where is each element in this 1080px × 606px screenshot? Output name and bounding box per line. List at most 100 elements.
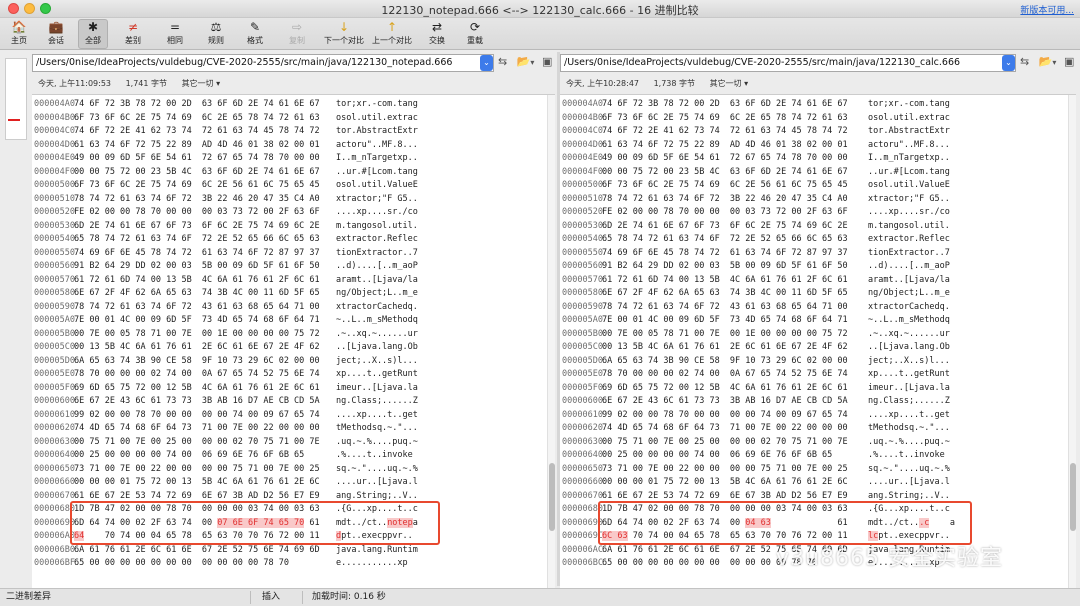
hex-row[interactable]: 00000530 6D 2E 74 61 6E 67 6F 73 6F 6C 2E… <box>32 220 545 234</box>
hex-row[interactable]: 00000540 65 78 74 72 61 63 74 6F 72 2E 52… <box>32 233 545 247</box>
hex-row[interactable]: 000004D0 61 63 74 6F 72 75 22 89 AD 4D 46… <box>32 139 545 153</box>
hex-bytes: 78 70 00 00 00 02 74 00 0A 67 65 74 52 7… <box>74 369 320 379</box>
hex-row[interactable]: 00000660 00 00 00 01 75 72 00 13 5B 4C 6A… <box>32 476 545 490</box>
hex-row[interactable]: 00000570 61 72 61 6D 74 00 13 5B 4C 6A 61… <box>560 274 1066 288</box>
hex-row[interactable]: 000005F0 69 6D 65 75 72 00 12 5B 4C 6A 61… <box>32 382 545 396</box>
hex-row[interactable]: 00000590 78 74 72 61 63 74 6F 72 43 61 63… <box>32 301 545 315</box>
rules-button[interactable]: ⚖ 规则 <box>200 20 232 50</box>
hex-offset: 0000069C <box>562 531 603 541</box>
hex-row[interactable]: 00000520 FE 02 00 00 78 70 00 00 00 03 73… <box>560 206 1066 220</box>
hex-row[interactable]: 00000500 6F 73 6F 6C 2E 75 74 69 6C 2E 56… <box>560 179 1066 193</box>
next-diff-button[interactable]: ↓ 下一个对比 <box>322 20 366 50</box>
hex-row[interactable]: 00000600 6E 67 2E 43 6C 61 73 73 3B AB 16… <box>560 395 1066 409</box>
swap-arrows-icon[interactable]: ⇆ <box>1020 55 1029 68</box>
hex-row[interactable]: 000004E0 49 00 09 6D 5F 6E 54 61 72 67 65… <box>560 152 1066 166</box>
hex-row[interactable]: 000004C0 74 6F 72 2E 41 62 73 74 72 61 63… <box>560 125 1066 139</box>
hex-row[interactable]: 00000640 00 25 00 00 00 00 74 00 06 69 6E… <box>32 449 545 463</box>
hex-row[interactable]: 000004B0 6F 73 6F 6C 2E 75 74 69 6C 2E 65… <box>560 112 1066 126</box>
reload-button[interactable]: ⟳ 重载 <box>460 20 490 50</box>
hex-row[interactable]: 000004A0 74 6F 72 3B 78 72 00 2D 63 6F 6D… <box>32 98 545 112</box>
hex-row[interactable]: 00000650 73 71 00 7E 00 22 00 00 00 00 75… <box>32 463 545 477</box>
hex-row[interactable]: 000005B0 00 7E 00 05 78 71 00 7E 00 1E 00… <box>32 328 545 342</box>
hex-row[interactable]: 00000520 FE 02 00 00 78 70 00 00 00 03 73… <box>32 206 545 220</box>
hex-row[interactable]: 000005B0 00 7E 00 05 78 71 00 7E 00 1E 00… <box>560 328 1066 342</box>
hex-row[interactable]: 000004A0 74 6F 72 3B 78 72 00 2D 63 6F 6D… <box>560 98 1066 112</box>
hex-row[interactable]: 00000540 65 78 74 72 61 63 74 6F 72 2E 52… <box>560 233 1066 247</box>
hex-row[interactable]: 000004D0 61 63 74 6F 72 75 22 89 AD 4D 46… <box>560 139 1066 153</box>
update-available-link[interactable]: 新版本可用... <box>1020 3 1074 16</box>
hex-row[interactable]: 00000580 6E 67 2F 4F 62 6A 65 63 74 3B 4C… <box>32 287 545 301</box>
open-folder-icon[interactable]: 📂 <box>517 55 531 68</box>
swap-arrows-icon[interactable]: ⇆ <box>498 55 507 68</box>
hex-row[interactable]: 00000660 00 00 00 01 75 72 00 13 5B 4C 6A… <box>560 476 1066 490</box>
hex-row[interactable]: 00000630 00 75 71 00 7E 00 25 00 00 00 02… <box>560 436 1066 450</box>
hex-row[interactable]: 00000560 91 B2 64 29 DD 02 00 03 5B 00 09… <box>560 260 1066 274</box>
hex-row[interactable]: 00000560 91 B2 64 29 DD 02 00 03 5B 00 09… <box>32 260 545 274</box>
hex-row[interactable]: 00000510 78 74 72 61 63 74 6F 72 3B 22 46… <box>32 193 545 207</box>
hex-row[interactable]: 000005D0 6A 65 63 74 3B 90 CE 58 9F 10 73… <box>560 355 1066 369</box>
ascii-text: ..ur.#[Lcom.tang <box>336 166 418 177</box>
home-button[interactable]: 🏠 主页 <box>4 20 34 50</box>
swap-button[interactable]: ⇄ 交换 <box>422 20 452 50</box>
hex-row[interactable]: 000006BF 65 00 00 00 00 00 00 00 00 00 00… <box>32 557 545 571</box>
hex-row[interactable]: 000006B0 6A 61 76 61 2E 6C 61 6E 67 2E 52… <box>32 544 545 558</box>
hex-row[interactable]: 00000550 74 69 6F 6E 45 78 74 72 61 63 74… <box>32 247 545 261</box>
hex-row[interactable]: 00000610 99 02 00 00 78 70 00 00 00 00 74… <box>32 409 545 423</box>
session-button[interactable]: 💼 会话 <box>40 20 72 50</box>
hex-row[interactable]: 00000620 74 4D 65 74 68 6F 64 73 71 00 7E… <box>560 422 1066 436</box>
hex-row[interactable]: 000004C0 74 6F 72 2E 41 62 73 74 72 61 63… <box>32 125 545 139</box>
hex-row[interactable]: 00000640 00 25 00 00 00 00 74 00 06 69 6E… <box>560 449 1066 463</box>
hex-row[interactable]: 000004F0 00 00 75 72 00 23 5B 4C 63 6F 6D… <box>32 166 545 180</box>
all-button[interactable]: ✱ 全部 <box>78 19 108 49</box>
hex-row[interactable]: 00000530 6D 2E 74 61 6E 67 6F 73 6F 6C 2E… <box>560 220 1066 234</box>
vertical-scrollbar[interactable] <box>1068 95 1076 606</box>
hex-row[interactable]: 00000600 6E 67 2E 43 6C 61 73 73 3B AB 16… <box>32 395 545 409</box>
hex-offset: 000005B0 <box>34 328 75 339</box>
save-icon[interactable]: ▣ <box>542 55 552 68</box>
same-button[interactable]: = 相同 <box>158 20 192 50</box>
prev-diff-button[interactable]: ↑ 上一个对比 <box>370 20 414 50</box>
hex-bytes: 74 6F 72 3B 78 72 00 2D 63 6F 6D 2E 74 6… <box>602 99 848 109</box>
hex-row[interactable]: 000005F0 69 6D 65 75 72 00 12 5B 4C 6A 61… <box>560 382 1066 396</box>
hex-row[interactable]: 000004B0 6F 73 6F 6C 2E 75 74 69 6C 2E 65… <box>32 112 545 126</box>
hex-row[interactable]: 000005E0 78 70 00 00 00 02 74 00 0A 67 65… <box>560 368 1066 382</box>
vertical-scrollbar[interactable] <box>547 95 555 606</box>
hex-bytes: 73 71 00 7E 00 22 00 00 00 00 75 71 00 7… <box>74 463 320 474</box>
left-hex-view[interactable]: 000004A0 74 6F 72 3B 78 72 00 2D 63 6F 6D… <box>32 94 555 606</box>
hex-row[interactable]: 000004F0 00 00 75 72 00 23 5B 4C 63 6F 6D… <box>560 166 1066 180</box>
hex-row[interactable]: 00000650 73 71 00 7E 00 22 00 00 00 00 75… <box>560 463 1066 477</box>
left-path-dropdown-button[interactable]: ⌄ <box>480 55 493 71</box>
format-button[interactable]: ✎ 格式 <box>238 20 272 50</box>
hex-row[interactable]: 000005A0 7E 00 01 4C 00 09 6D 5F 73 4D 65… <box>32 314 545 328</box>
hex-bytes: 78 74 72 61 63 74 6F 72 3B 22 46 20 47 3… <box>602 193 848 204</box>
scrollbar-thumb[interactable] <box>1070 463 1076 531</box>
hex-row[interactable]: 000005D0 6A 65 63 74 3B 90 CE 58 9F 10 73… <box>32 355 545 369</box>
hex-row[interactable]: 00000500 6F 73 6F 6C 2E 75 74 69 6C 2E 56… <box>32 179 545 193</box>
hex-row[interactable]: 00000510 78 74 72 61 63 74 6F 72 3B 22 46… <box>560 193 1066 207</box>
diff-button[interactable]: ≠ 差别 <box>118 20 148 50</box>
hex-row[interactable]: 00000610 99 02 00 00 78 70 00 00 00 00 74… <box>560 409 1066 423</box>
hex-row[interactable]: 00000630 00 75 71 00 7E 00 25 00 00 00 02… <box>32 436 545 450</box>
hex-row[interactable]: 00000620 74 4D 65 74 68 6F 64 73 71 00 7E… <box>32 422 545 436</box>
save-icon[interactable]: ▣ <box>1064 55 1074 68</box>
hex-row[interactable]: 00000570 61 72 61 6D 74 00 13 5B 4C 6A 61… <box>32 274 545 288</box>
hex-row[interactable]: 000005E0 78 70 00 00 00 02 74 00 0A 67 65… <box>32 368 545 382</box>
hex-row[interactable]: 00000550 74 69 6F 6E 45 78 74 72 61 63 74… <box>560 247 1066 261</box>
right-hex-view[interactable]: 000004A0 74 6F 72 3B 78 72 00 2D 63 6F 6D… <box>560 94 1076 606</box>
left-file-path-field[interactable]: /Users/0nise/IdeaProjects/vuldebug/CVE-2… <box>32 54 494 72</box>
scrollbar-thumb[interactable] <box>549 463 555 531</box>
open-folder-icon[interactable]: 📂 <box>1039 55 1053 68</box>
left-filter-dropdown[interactable]: 其它一切 ▾ <box>182 79 221 88</box>
hex-row[interactable]: 00000580 6E 67 2F 4F 62 6A 65 63 74 3B 4C… <box>560 287 1066 301</box>
right-path-dropdown-button[interactable]: ⌄ <box>1002 55 1015 71</box>
hex-row[interactable]: 000005C0 00 13 5B 4C 6A 61 76 61 2E 6C 61… <box>560 341 1066 355</box>
hex-row[interactable]: 000005C0 00 13 5B 4C 6A 61 76 61 2E 6C 61… <box>32 341 545 355</box>
hex-row[interactable]: 000004E0 49 00 09 6D 5F 6E 54 61 72 67 65… <box>32 152 545 166</box>
right-file-path-field[interactable]: /Users/0nise/IdeaProjects/vuldebug/CVE-2… <box>560 54 1016 72</box>
right-filter-dropdown[interactable]: 其它一切 ▾ <box>710 79 749 88</box>
ascii-text: .uq.~.%....puq.~ <box>868 436 950 447</box>
hex-row[interactable]: 00000590 78 74 72 61 63 74 6F 72 43 61 63… <box>560 301 1066 315</box>
copy-button[interactable]: ⇨ 复制 <box>282 20 312 50</box>
hex-row[interactable]: 000005A0 7E 00 01 4C 00 09 6D 5F 73 4D 65… <box>560 314 1066 328</box>
diff-thumbnail-overview[interactable] <box>5 58 27 140</box>
